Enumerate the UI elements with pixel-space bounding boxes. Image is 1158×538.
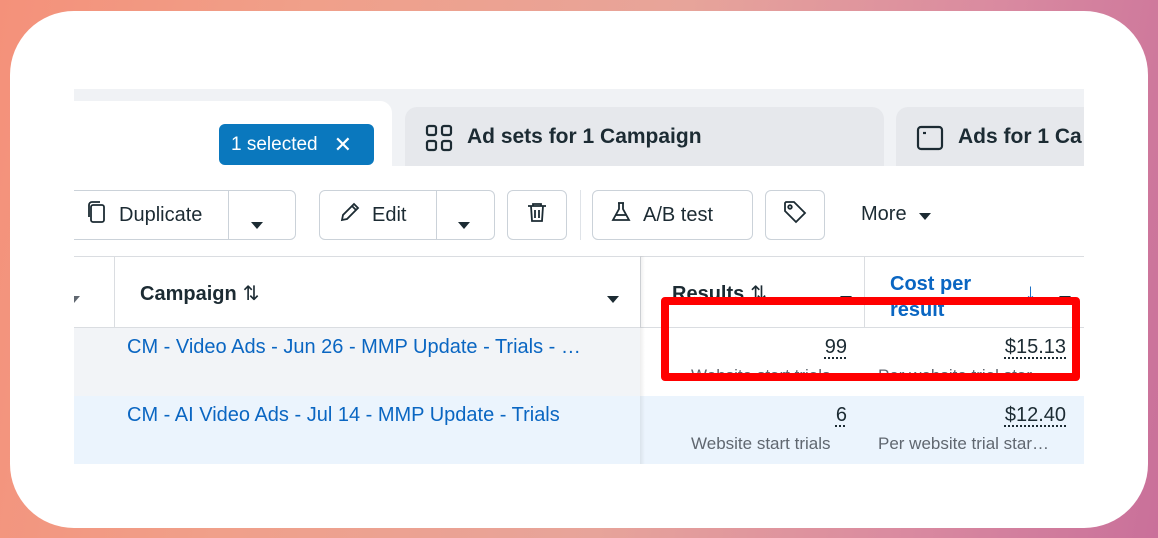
edit-split-divider xyxy=(436,191,437,239)
level-tabs: gns 1 selected ✕ Ad sets for 1 Campaign xyxy=(74,89,1084,167)
toolbar-divider xyxy=(580,190,581,240)
action-toolbar: Duplicate Edit A/B test More xyxy=(74,166,1084,256)
sort-descending-icon[interactable]: ↓ xyxy=(1025,279,1036,305)
ads-window-icon xyxy=(916,124,944,157)
results-column-label: Results xyxy=(672,283,745,305)
edit-label: Edit xyxy=(372,203,407,226)
sort-icon[interactable]: ⇅ xyxy=(243,283,260,305)
cost-per-result-value[interactable]: $15.13 xyxy=(1005,336,1066,359)
more-menu-button[interactable]: More xyxy=(861,203,931,226)
screenshot-card: gns 1 selected ✕ Ad sets for 1 Campaign xyxy=(10,11,1148,528)
table-row[interactable]: CM - Video Ads - Jun 26 - MMP Update - T… xyxy=(74,328,1084,396)
results-column-caret-icon[interactable] xyxy=(840,290,852,308)
edit-button[interactable]: Edit xyxy=(319,190,495,240)
results-subtitle: Website start trials xyxy=(691,434,831,453)
campaign-name-link[interactable]: CM - Video Ads - Jun 26 - MMP Update - T… xyxy=(127,336,581,359)
results-subtitle: Website start trials xyxy=(691,366,831,385)
ab-test-button[interactable]: A/B test xyxy=(592,190,753,240)
tab-campaigns[interactable]: gns 1 selected ✕ xyxy=(74,101,392,166)
tab-ads[interactable]: Ads for 1 Ca xyxy=(896,107,1084,167)
campaign-name-link[interactable]: CM - AI Video Ads - Jul 14 - MMP Update … xyxy=(127,404,560,427)
column-divider xyxy=(114,257,115,327)
table-header: Campaign ⇅ Results ⇅ Cost per result ↓ xyxy=(74,256,1084,328)
frozen-column-shadow xyxy=(640,256,645,464)
edit-dropdown-caret-icon[interactable] xyxy=(458,212,470,235)
column-divider xyxy=(864,257,865,327)
tag-icon xyxy=(782,199,808,231)
selected-count-pill[interactable]: 1 selected ✕ xyxy=(219,124,374,165)
duplicate-split-divider xyxy=(228,191,229,239)
duplicate-label: Duplicate xyxy=(119,203,203,226)
trash-icon xyxy=(525,200,549,230)
column-caret-icon[interactable] xyxy=(74,290,80,308)
more-label: More xyxy=(861,203,907,225)
results-value[interactable]: 6 xyxy=(836,404,847,427)
tag-button[interactable] xyxy=(765,190,825,240)
tab-ad-sets-label: Ad sets for 1 Campaign xyxy=(467,125,702,148)
ad-sets-grid-icon xyxy=(425,124,453,157)
pencil-icon xyxy=(338,200,362,230)
duplicate-button[interactable]: Duplicate xyxy=(74,190,296,240)
duplicate-icon xyxy=(85,200,109,230)
sort-icon[interactable]: ⇅ xyxy=(750,283,767,305)
clear-selection-icon[interactable]: ✕ xyxy=(334,132,352,158)
cost-per-result-subtitle: Per website trial star… xyxy=(878,434,1049,453)
tab-ad-sets[interactable]: Ad sets for 1 Campaign xyxy=(405,107,884,167)
tab-ads-label: Ads for 1 Ca xyxy=(958,125,1082,148)
more-caret-icon xyxy=(918,203,931,226)
flask-icon xyxy=(609,200,633,230)
campaign-column-caret-icon[interactable] xyxy=(607,290,619,308)
table-row[interactable]: CM - AI Video Ads - Jul 14 - MMP Update … xyxy=(74,396,1084,464)
cost-column-caret-icon[interactable] xyxy=(1059,290,1071,308)
cost-per-result-value[interactable]: $12.40 xyxy=(1005,404,1066,427)
cost-per-result-subtitle: Per website trial star… xyxy=(878,366,1049,385)
ab-test-label: A/B test xyxy=(643,203,714,226)
ads-manager-viewport: gns 1 selected ✕ Ad sets for 1 Campaign xyxy=(74,89,1084,464)
campaign-column-label: Campaign xyxy=(140,283,237,305)
cost-per-result-column-label: Cost per result xyxy=(890,273,972,321)
duplicate-dropdown-caret-icon[interactable] xyxy=(251,212,263,235)
selected-count-label: 1 selected xyxy=(231,133,318,155)
results-value[interactable]: 99 xyxy=(825,336,847,359)
delete-button[interactable] xyxy=(507,190,567,240)
